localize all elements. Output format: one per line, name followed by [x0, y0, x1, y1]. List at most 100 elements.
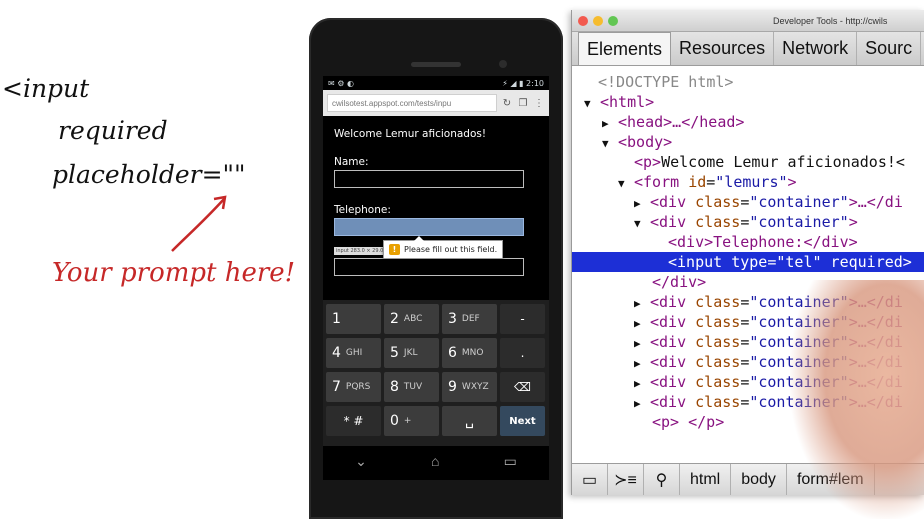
key-7[interactable]: . — [500, 338, 545, 368]
tree-head[interactable]: ▶ <head>…</head> — [572, 112, 924, 132]
name-label: Name: — [334, 156, 369, 168]
key-4[interactable]: 4 GHI — [326, 338, 381, 368]
tree-p-empty[interactable]: <p> </p> — [572, 412, 924, 432]
key-8[interactable]: 7 PQRS — [326, 372, 381, 402]
key-6[interactable]: 6 MNO — [442, 338, 497, 368]
expanded-triangle-icon[interactable]: ▼ — [634, 214, 650, 234]
menu-icon[interactable]: ⋮ — [533, 96, 545, 110]
key-sub: MNO — [461, 348, 484, 358]
tree-div-container[interactable]: ▶ <div class="container">…</di — [572, 392, 924, 412]
tree-div-container[interactable]: ▶ <div class="container">…</di — [572, 292, 924, 312]
collapsed-triangle-icon[interactable]: ▶ — [634, 334, 650, 354]
warning-icon: ! — [389, 244, 400, 255]
android-phone: ✉ ⚙ ◐ ⚡ ◢ ▮ 2:10 cwilsotest.appspot.com/… — [309, 18, 563, 519]
status-notification-icons: ✉ ⚙ ◐ — [328, 78, 354, 88]
note-prompt: Your prompt here! — [52, 258, 296, 288]
key-11[interactable]: ⌫ — [500, 372, 545, 402]
numeric-keyboard: 1 2 ABC 3 DEF - 4 GHI 5 JKL 6 MNO. 7 PQRS 8 TUV 9 WXYZ ⌫ * … — [323, 300, 549, 446]
breadcrumb-body[interactable]: body — [731, 463, 787, 495]
status-bar: ✉ ⚙ ◐ ⚡ ◢ ▮ 2:10 — [323, 76, 549, 90]
tree-div-container[interactable]: ▶ <div class="container">…</di — [572, 332, 924, 352]
collapsed-triangle-icon[interactable]: ▶ — [634, 314, 650, 334]
collapsed-triangle-icon[interactable]: ▶ — [634, 194, 650, 214]
zoom-window-button[interactable] — [608, 15, 618, 26]
collapsed-triangle-icon[interactable]: ▶ — [634, 354, 650, 374]
key-13[interactable]: 0 + — [384, 406, 439, 436]
tree-body[interactable]: ▼ <body> — [572, 132, 924, 152]
minimize-window-button[interactable] — [593, 15, 603, 26]
key-5[interactable]: 5 JKL — [384, 338, 439, 368]
collapsed-triangle-icon[interactable]: ▶ — [634, 374, 650, 394]
key-main: 9 — [448, 379, 457, 395]
back-icon[interactable]: ⌄ — [355, 453, 367, 470]
tree-div-container[interactable]: ▶ <div class="container">…</di — [572, 372, 924, 392]
tree-html[interactable]: ▼ <html> — [572, 92, 924, 112]
key-2[interactable]: 3 DEF — [442, 304, 497, 334]
reload-icon[interactable]: ↻ — [501, 96, 513, 110]
tree-div-close[interactable]: </div> — [572, 272, 924, 292]
phone-screen: ✉ ⚙ ◐ ⚡ ◢ ▮ 2:10 cwilsotest.appspot.com/… — [323, 76, 549, 480]
collapsed-triangle-icon[interactable]: ▶ — [634, 394, 650, 414]
name-field[interactable] — [334, 170, 524, 188]
url-input[interactable]: cwilsotest.appspot.com/tests/inpu — [327, 94, 497, 112]
key-9[interactable]: 8 TUV — [384, 372, 439, 402]
tree-div-container[interactable]: ▶ <div class="container">…</di — [572, 192, 924, 212]
console-icon[interactable]: ≻≡ — [608, 463, 644, 495]
dom-tree: <!DOCTYPE html> ▼ <html> ▶ <head>…</head> … — [572, 66, 924, 432]
tab-sources[interactable]: Sourc — [857, 32, 922, 65]
key-0[interactable]: 1 — [326, 304, 381, 334]
tree-p[interactable]: <p>Welcome Lemur aficionados!< — [572, 152, 924, 172]
key-main: . — [520, 346, 525, 360]
tooltip-text: Please fill out this field. — [404, 245, 498, 254]
key-main: 6 — [448, 345, 457, 361]
close-window-button[interactable] — [578, 15, 588, 26]
dock-icon[interactable]: ▭ — [572, 463, 608, 495]
devtools-window: Developer Tools - http://cwils Elements … — [571, 10, 924, 495]
handwritten-notes: <input required placeholder="" Your prom… — [0, 0, 300, 519]
android-navbar: ⌄ ⌂ ▭ — [323, 446, 549, 476]
inspect-hint: input 283.0 × 29.0 — [334, 247, 386, 255]
next-field[interactable] — [334, 258, 524, 276]
tree-telephone-div[interactable]: <div>Telephone:</div> — [572, 232, 924, 252]
tree-div-container[interactable]: ▶ <div class="container">…</di — [572, 352, 924, 372]
home-icon[interactable]: ⌂ — [431, 453, 439, 469]
key-sub: DEF — [461, 314, 480, 324]
tab-resources[interactable]: Resources — [671, 32, 775, 65]
tree-div-container[interactable]: ▶ <div class="container">…</di — [572, 312, 924, 332]
validation-tooltip: ! Please fill out this field. — [383, 236, 504, 259]
devtools-tabs: Elements Resources Network Sourc — [572, 32, 924, 66]
key-main: 4 — [332, 345, 341, 361]
status-right: ⚡ ◢ ▮ 2:10 — [502, 78, 544, 88]
key-sub: ABC — [403, 314, 423, 324]
breadcrumb-form[interactable]: form#lem — [787, 463, 875, 495]
key-1[interactable]: 2 ABC — [384, 304, 439, 334]
key-3[interactable]: - — [500, 304, 545, 334]
tree-form[interactable]: ▼ <form id="lemurs"> — [572, 172, 924, 192]
tree-doctype[interactable]: <!DOCTYPE html> — [572, 72, 924, 92]
key-10[interactable]: 9 WXYZ — [442, 372, 497, 402]
window-title: Developer Tools - http://cwils — [773, 15, 888, 26]
breadcrumb-html[interactable]: html — [680, 463, 732, 495]
tab-network[interactable]: Network — [774, 32, 858, 65]
recents-icon[interactable]: ▭ — [504, 453, 517, 470]
telephone-field[interactable] — [334, 218, 524, 236]
expanded-triangle-icon[interactable]: ▼ — [618, 174, 634, 194]
key-12[interactable]: * # — [326, 406, 381, 436]
tabs-icon[interactable]: ❐ — [517, 96, 529, 110]
key-main: * # — [343, 414, 364, 428]
expanded-triangle-icon[interactable]: ▼ — [602, 134, 618, 154]
key-main: 7 — [332, 379, 341, 395]
status-time: 2:10 — [526, 78, 544, 88]
key-main: ⌫ — [514, 380, 531, 394]
tab-elements[interactable]: Elements — [578, 32, 672, 65]
collapsed-triangle-icon[interactable]: ▶ — [602, 114, 618, 134]
collapsed-triangle-icon[interactable]: ▶ — [634, 294, 650, 314]
tree-div-container-open[interactable]: ▼ <div class="container"> — [572, 212, 924, 232]
note-required: required — [58, 116, 168, 145]
key-14[interactable]: ␣ — [442, 406, 497, 436]
front-camera — [499, 60, 507, 68]
tree-input-selected[interactable]: <input type="tel" required> — [572, 252, 924, 272]
search-icon[interactable]: ⚲ — [644, 463, 680, 495]
expanded-triangle-icon[interactable]: ▼ — [584, 94, 600, 114]
key-15[interactable]: Next — [500, 406, 545, 436]
